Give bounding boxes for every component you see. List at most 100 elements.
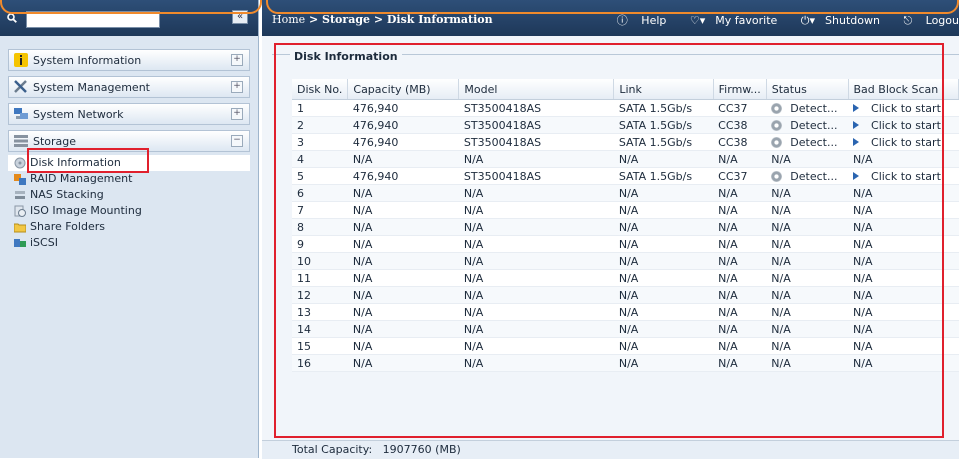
column-header[interactable]: Firmw... — [713, 79, 767, 100]
sidebar-item-label: NAS Stacking — [30, 188, 104, 201]
search-icon[interactable] — [7, 13, 17, 23]
expand-toggle[interactable]: + — [231, 54, 243, 66]
table-row[interactable]: 1 476,940 ST3500418AS SATA 1.5Gb/s CC37 Detec… — [292, 99, 959, 117]
table-row[interactable]: 7 N/A N/A N/A N/A N/A N/A — [292, 201, 959, 219]
table-cell: 10 — [292, 252, 348, 270]
cell-value: ST3500418AS — [463, 101, 542, 115]
table-cell: 13 — [292, 303, 348, 321]
cell-value: N/A — [718, 254, 738, 268]
cell-value: N/A — [618, 254, 639, 268]
table-cell: N/A — [713, 184, 767, 202]
gear-icon — [771, 102, 783, 114]
table-row[interactable]: 4 N/A N/A N/A N/A N/A N/A — [292, 150, 959, 168]
nav-group-label: Storage — [33, 135, 77, 148]
sidebar-item-iscsi[interactable]: iSCSI — [8, 235, 250, 251]
help-button[interactable]: ⓘ Help — [607, 14, 667, 27]
heart-icon: ♡▾ — [689, 14, 706, 27]
column-header[interactable]: Disk No. — [292, 79, 349, 100]
cell-value: N/A — [853, 288, 873, 302]
table-cell: 476,940 — [347, 116, 459, 134]
cell-value: N/A — [718, 220, 738, 234]
table-row[interactable]: 3 476,940 ST3500418AS SATA 1.5Gb/s CC38 Detec… — [292, 133, 959, 151]
table-row[interactable]: 11 N/A N/A N/A N/A N/A N/A — [292, 269, 959, 287]
cell-value: N/A — [352, 356, 373, 370]
table-cell: Detect... — [766, 116, 849, 134]
shutdown-button[interactable]: ⏻▾ Shutdown — [791, 14, 880, 27]
cell-value: N/A — [618, 288, 639, 302]
table-row[interactable]: 10 N/A N/A N/A N/A N/A N/A — [292, 252, 959, 270]
expand-toggle[interactable]: + — [231, 108, 243, 120]
table-row[interactable]: 16 N/A N/A N/A N/A N/A N/A — [292, 354, 959, 372]
nav-group-system-management[interactable]: System Management + — [8, 76, 250, 98]
table-cell: 12 — [292, 286, 348, 304]
table-cell: N/A — [458, 218, 614, 236]
play-icon[interactable] — [853, 137, 860, 146]
breadcrumb-home-link[interactable]: Home — [272, 13, 305, 26]
table-row[interactable]: 8 N/A N/A N/A N/A N/A N/A — [292, 218, 959, 236]
table-cell: 8 — [292, 218, 348, 236]
cell-value: N/A — [771, 186, 791, 200]
table-cell: N/A — [347, 218, 459, 236]
table-row[interactable]: 13 N/A N/A N/A N/A N/A N/A — [292, 303, 959, 321]
cell-value: N/A — [771, 288, 791, 302]
cell-value: N/A — [853, 203, 873, 217]
help-label: Help — [641, 14, 667, 27]
table-row[interactable]: 14 N/A N/A N/A N/A N/A N/A — [292, 320, 959, 338]
table-cell: 4 — [292, 150, 348, 168]
nav-group-system-network[interactable]: System Network + — [8, 103, 250, 125]
gear-icon — [771, 136, 783, 148]
cell-value: 1 — [297, 101, 304, 115]
cell-value: N/A — [718, 288, 738, 302]
bad-block-scan-link[interactable]: Click to start — [871, 102, 941, 115]
table-cell: 6 — [292, 184, 348, 202]
table-cell: N/A — [613, 337, 714, 355]
cell-value: 476,940 — [352, 101, 399, 115]
bad-block-scan-link[interactable]: Click to start — [871, 170, 941, 183]
column-header[interactable]: Capacity (MB) — [347, 79, 460, 100]
table-row[interactable]: 6 N/A N/A N/A N/A N/A N/A — [292, 184, 959, 202]
column-header[interactable]: Status — [766, 79, 849, 100]
cell-value: 2 — [297, 118, 304, 132]
total-capacity-value: 1907760 (MB) — [382, 443, 461, 456]
expand-toggle[interactable]: + — [231, 81, 243, 93]
column-header[interactable]: Bad Block Scan — [848, 79, 959, 100]
table-row[interactable]: 5 476,940 ST3500418AS SATA 1.5Gb/s CC37 Detec… — [292, 167, 959, 185]
sidebar-item-share-folders[interactable]: Share Folders — [8, 219, 250, 235]
sidebar-item-nas-stacking[interactable]: NAS Stacking — [8, 187, 250, 203]
cell-value: N/A — [463, 288, 484, 302]
column-header[interactable]: Model — [458, 79, 615, 100]
column-header[interactable]: Link — [613, 79, 714, 100]
table-cell: 9 — [292, 235, 348, 253]
table-row[interactable]: 2 476,940 ST3500418AS SATA 1.5Gb/s CC38 Detec… — [292, 116, 959, 134]
cell-value: N/A — [771, 220, 791, 234]
my-favorite-button[interactable]: ♡▾ My favorite — [680, 14, 777, 27]
bad-block-scan-link[interactable]: Click to start — [871, 136, 941, 149]
cell-value: N/A — [352, 203, 373, 217]
table-cell: CC37 — [713, 167, 767, 185]
cell-value: N/A — [618, 305, 639, 319]
table-row[interactable]: 15 N/A N/A N/A N/A N/A N/A — [292, 337, 959, 355]
bad-block-scan-link[interactable]: Click to start — [871, 119, 941, 132]
table-cell: Detect... — [766, 133, 849, 151]
table-cell: N/A — [458, 303, 614, 321]
iso-image-icon — [14, 205, 26, 217]
cell-value: N/A — [463, 152, 484, 166]
logout-button[interactable]: ⎋ Logou — [893, 14, 959, 27]
nav-group-label: System Network — [33, 108, 124, 121]
table-cell: Detect... — [766, 167, 849, 185]
cell-value: N/A — [853, 322, 873, 336]
play-icon[interactable] — [853, 120, 860, 129]
play-icon[interactable] — [853, 103, 860, 112]
table-row[interactable]: 12 N/A N/A N/A N/A N/A N/A — [292, 286, 959, 304]
nav-group-system-information[interactable]: System Information + — [8, 49, 250, 71]
cell-value: 5 — [297, 169, 304, 183]
sidebar: « System Information + System Management… — [0, 0, 259, 458]
sidebar-item-iso-image-mounting[interactable]: ISO Image Mounting — [8, 203, 250, 219]
table-row[interactable]: 9 N/A N/A N/A N/A N/A N/A — [292, 235, 959, 253]
sidebar-item-raid-management[interactable]: RAID Management — [8, 171, 250, 187]
play-icon[interactable] — [853, 171, 860, 180]
collapse-toggle[interactable]: − — [231, 135, 243, 147]
cell-value: N/A — [463, 339, 484, 353]
raid-icon — [14, 174, 26, 185]
sidebar-item-label: ISO Image Mounting — [30, 204, 142, 217]
